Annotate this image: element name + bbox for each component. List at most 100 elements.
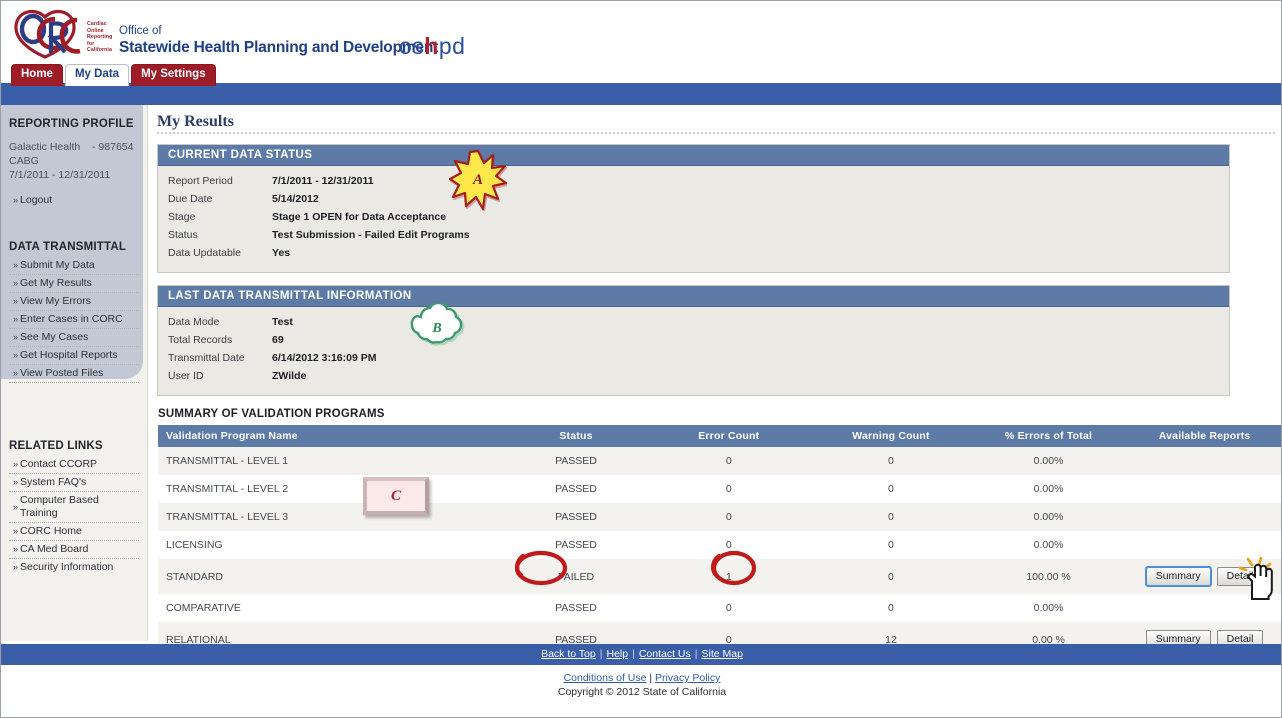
column-header-error-count[interactable]: Error Count [645, 425, 813, 447]
last-transmittal-panel: LAST DATA TRANSMITTAL INFORMATION Data M… [157, 285, 1230, 396]
copyright-text: Copyright © 2012 State of California [557, 686, 727, 698]
chevron-right-icon: » [13, 459, 18, 469]
cell-available-reports [1127, 475, 1281, 503]
chevron-right-icon: » [13, 260, 18, 270]
sidebar-item-see-my-cases[interactable]: » See My Cases [9, 329, 139, 347]
tab-my-data[interactable]: My Data [64, 64, 130, 86]
field-value: Test Submission - Failed Edit Programs [272, 229, 470, 241]
cell-warning-count[interactable]: 0 [812, 531, 970, 559]
footer-legal-links: Conditions of Use | Privacy Policy [1, 671, 1281, 685]
cell-pct-errors: 0.00% [1033, 539, 1064, 551]
column-header-program-name[interactable]: Validation Program Name [158, 425, 507, 447]
cell-error-count[interactable]: 0 [645, 594, 812, 622]
current-data-status-heading: CURRENT DATA STATUS [158, 145, 1229, 166]
tab-my-settings[interactable]: My Settings [131, 64, 216, 86]
navigation-bar [1, 83, 1281, 105]
cell-status[interactable]: PASSED [507, 594, 646, 622]
sidebar: REPORTING PROFILE Galactic Health - 98765… [1, 105, 148, 641]
cell-pct-errors: 0.00% [1033, 511, 1064, 523]
chevron-right-icon: » [13, 278, 18, 288]
field-value: 6/14/2012 3:16:09 PM [272, 352, 377, 364]
corc-logo-subtitle: Cardiac Online Reporting for California [87, 21, 113, 54]
current-data-status-panel: CURRENT DATA STATUS Report Period 7/1/201… [157, 144, 1230, 273]
sidebar-item-view-my-errors[interactable]: » View My Errors [9, 293, 139, 311]
sidebar-item-security-information[interactable]: » Security Information [9, 559, 139, 576]
sidebar-heading-data-transmittal: DATA TRANSMITTAL [9, 241, 127, 253]
oshpd-pd: pd [438, 33, 466, 59]
cell-program-name: TRANSMITTAL - LEVEL 1 [166, 455, 289, 467]
annotation-c-rectangle: C [363, 477, 429, 515]
oshpd-wordmark[interactable]: oshpd [399, 33, 465, 60]
highlight-circle-failed-status [513, 549, 569, 587]
field-label: Total Records [168, 334, 233, 346]
cell-error-count[interactable]: 0 [645, 475, 812, 503]
cell-available-reports [1127, 447, 1281, 475]
clicking-hand-cursor-icon [1238, 556, 1273, 600]
cell-program-name[interactable]: LICENSING [158, 531, 507, 559]
footer-link-help[interactable]: Help [602, 648, 632, 660]
column-header-available-reports[interactable]: Available Reports [1127, 425, 1281, 447]
corc-logo[interactable]: Cardiac Online Reporting for California [11, 7, 123, 59]
field-value: 7/1/2011 - 12/31/2011 [272, 175, 374, 187]
sidebar-item-submit-my-data[interactable]: » Submit My Data [9, 257, 139, 275]
summary-button-standard[interactable]: Summary [1144, 566, 1212, 587]
chevron-right-icon: » [13, 544, 18, 554]
sidebar-item-enter-cases-in-corc[interactable]: » Enter Cases in CORC [9, 311, 139, 329]
table-header: Validation Program Name Status Error Cou… [158, 425, 1281, 447]
annotation-a-label: A [472, 171, 483, 188]
cell-available-reports [1127, 531, 1281, 559]
department-title: Statewide Health Planning and Developmen… [119, 39, 439, 56]
field-label: Report Period [168, 175, 233, 187]
sidebar-item-corc-home[interactable]: » CORC Home [9, 523, 139, 541]
profile-org-name: Galactic Health [9, 141, 81, 153]
chevron-right-icon: » [13, 477, 18, 487]
sidebar-item-view-posted-files[interactable]: » View Posted Files [9, 365, 139, 383]
tab-home[interactable]: Home [11, 64, 63, 86]
footer-link-conditions-of-use[interactable]: Conditions of Use [564, 672, 647, 684]
transmittal-row: Total Records 69 [158, 331, 1229, 349]
cell-program-name[interactable]: COMPARATIVE [158, 594, 507, 622]
field-value: Yes [272, 247, 291, 259]
sidebar-item-computer-based-training[interactable]: » Computer Based Training [9, 492, 139, 523]
cell-status: PASSED [555, 455, 597, 467]
cell-pct-errors: 0.00% [1033, 483, 1064, 495]
field-value: Test [272, 316, 293, 328]
sidebar-item-logout[interactable]: » Logout [9, 192, 139, 209]
sidebar-item-ca-med-board[interactable]: » CA Med Board [9, 541, 139, 559]
field-value: Stage 1 OPEN for Data Acceptance [272, 211, 447, 223]
footer-link-contact-us[interactable]: Contact Us [635, 648, 695, 660]
sidebar-item-label: View Posted Files [20, 367, 104, 379]
footer-link-privacy-policy[interactable]: Privacy Policy [655, 672, 720, 684]
sidebar-item-get-my-results[interactable]: » Get My Results [9, 275, 139, 293]
footer-link-back-to-top[interactable]: Back to Top [537, 648, 600, 660]
footer-legal: Conditions of Use | Privacy Policy Copyr… [1, 671, 1281, 699]
column-header-warning-count[interactable]: Warning Count [812, 425, 970, 447]
chevron-right-icon: » [13, 526, 18, 536]
cell-warning-count[interactable]: 0 [812, 594, 970, 622]
cell-status[interactable]: PASSED [507, 475, 646, 503]
sidebar-item-contact-ccorp[interactable]: » Contact CCORP [9, 456, 139, 474]
sidebar-heading-related-links: RELATED LINKS [9, 440, 103, 452]
field-value: ZWilde [272, 370, 307, 382]
transmittal-row: Data Mode Test [158, 313, 1229, 331]
oshpd-h: h [424, 33, 439, 59]
column-header-pct-errors[interactable]: % Errors of Total [969, 425, 1128, 447]
mouse-cursor-clicking-hand [1238, 556, 1279, 601]
cell-warning-count[interactable]: 0 [812, 475, 970, 503]
footer-link-site-map[interactable]: Site Map [698, 648, 747, 660]
site-header: Cardiac Online Reporting for California … [1, 1, 1281, 63]
sidebar-item-system-faqs[interactable]: » System FAQ's [9, 474, 139, 492]
field-label: Status [168, 229, 198, 241]
sidebar-item-label: CORC Home [20, 525, 82, 537]
table-row: TRANSMITTAL - LEVEL 1 PASSED 0 0 0.00% [158, 447, 1281, 475]
sidebar-item-label: CA Med Board [20, 543, 89, 555]
column-header-status[interactable]: Status [506, 425, 646, 447]
sidebar-item-label: View My Errors [20, 295, 91, 307]
cell-status: PASSED [555, 511, 597, 523]
profile-period: 7/1/2011 - 12/31/2011 [9, 169, 111, 181]
sidebar-item-get-hospital-reports[interactable]: » Get Hospital Reports [9, 347, 139, 365]
cell-program-name[interactable]: TRANSMITTAL - LEVEL 2 [158, 475, 507, 503]
table-row: COMPARATIVE PASSED 0 0 0.00% [158, 594, 1281, 622]
cell-program-name: TRANSMITTAL - LEVEL 3 [166, 511, 289, 523]
reporting-profile-details: Galactic Health - 987654 CABG 7/1/2011 - … [9, 130, 139, 182]
